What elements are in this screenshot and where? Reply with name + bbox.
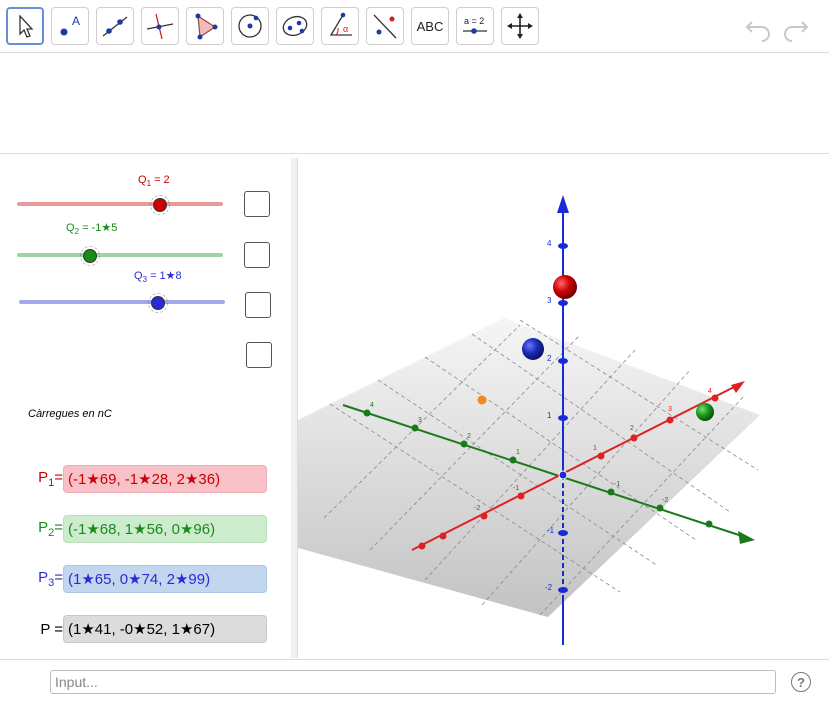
point-p-value[interactable]: (1★41, -0★52, 1★67) — [63, 615, 267, 643]
3d-scene: 4 3 2 1 -1 -2 4 3 2 1 -1 -2 4 3 2 1 -1 -… — [298, 195, 760, 645]
text-tool-button[interactable]: ABC — [411, 7, 449, 45]
svg-text:-1: -1 — [614, 481, 620, 488]
svg-text:3: 3 — [668, 406, 672, 413]
point-p1-label: P1= — [38, 469, 63, 489]
svg-text:2: 2 — [467, 433, 471, 440]
graphics-3d-view[interactable]: 4 3 2 1 -1 -2 4 3 2 1 -1 -2 4 3 2 1 -1 -… — [298, 158, 829, 658]
svg-text:4: 4 — [370, 402, 374, 409]
svg-text:-1: -1 — [513, 485, 519, 492]
slider-q2-handle[interactable] — [80, 246, 100, 266]
svg-text:1: 1 — [516, 449, 520, 456]
svg-text:α: α — [343, 24, 348, 34]
undo-icon[interactable] — [744, 12, 774, 42]
point-p3-label: P3= — [38, 569, 63, 589]
slider-q2-track[interactable] — [17, 253, 223, 257]
arrow-pointer-icon — [19, 14, 34, 38]
svg-text:A: A — [72, 14, 80, 28]
svg-text:-1: -1 — [547, 526, 555, 535]
svg-text:-2: -2 — [474, 505, 480, 512]
svg-text:2: 2 — [630, 425, 634, 432]
slider-tool-button[interactable]: a = 2 — [456, 7, 494, 45]
point-p-row: P = (1★41, -0★52, 1★67) — [30, 615, 267, 643]
panel-divider[interactable] — [291, 158, 298, 658]
circle-tool-button[interactable] — [231, 7, 269, 45]
svg-text:-2: -2 — [662, 497, 668, 504]
svg-text:4: 4 — [547, 239, 552, 248]
z-axis-arrow — [557, 195, 569, 213]
checkbox-4[interactable] — [246, 342, 272, 368]
polygon-tool-button[interactable] — [186, 7, 224, 45]
y-axis-arrow — [738, 531, 755, 544]
reflect-tool-button[interactable] — [366, 7, 404, 45]
slider-q1-track[interactable] — [17, 202, 223, 206]
point-icon: A — [60, 14, 80, 36]
slider-q1-label: Q1 = 2 — [138, 174, 170, 189]
point-p2-row: P2= (-1★68, 1★56, 0★96) — [30, 515, 267, 543]
svg-text:4: 4 — [708, 388, 712, 395]
charges-caption: Càrregues en nC — [28, 408, 112, 420]
line-icon — [102, 16, 128, 37]
triangle-icon — [195, 13, 218, 40]
redo-icon[interactable] — [780, 12, 810, 42]
origin-point — [558, 470, 568, 480]
angle-icon: α — [329, 12, 352, 36]
algebra-panel: Q1 = 2 Q2 = -1★5 Q3 = 1★8 Càrregues en n… — [0, 158, 292, 658]
slider-q3-handle[interactable] — [148, 293, 168, 313]
svg-text:2: 2 — [547, 354, 552, 363]
checkbox-1[interactable] — [244, 191, 270, 217]
charge-p2-sphere[interactable] — [696, 403, 714, 421]
charge-p1-sphere[interactable] — [553, 275, 577, 299]
slider-q2-label: Q2 = -1★5 — [66, 222, 118, 237]
circle-icon — [238, 14, 262, 38]
point-p-label: P = — [40, 620, 63, 638]
checkbox-2[interactable] — [244, 242, 270, 268]
svg-text:-2: -2 — [545, 583, 553, 592]
charge-p3-sphere[interactable] — [522, 338, 544, 360]
reflect-icon — [373, 14, 397, 39]
svg-text:1: 1 — [593, 445, 597, 452]
slider-q3-track[interactable] — [19, 300, 225, 304]
point-p3-row: P3= (1★65, 0★74, 2★99) — [30, 565, 267, 593]
point-p2-value[interactable]: (-1★68, 1★56, 0★96) — [63, 515, 267, 543]
xy-plane — [298, 318, 760, 617]
line-tool-button[interactable] — [96, 7, 134, 45]
slider-q3-label: Q3 = 1★8 — [134, 270, 182, 285]
perpendicular-tool-button[interactable] — [141, 7, 179, 45]
toolbar: A α ABC a = 2 — [0, 0, 829, 53]
empty-panel — [0, 53, 829, 154]
input-field[interactable] — [50, 670, 776, 694]
point-p3-value[interactable]: (1★65, 0★74, 2★99) — [63, 565, 267, 593]
text-icon: ABC — [416, 18, 444, 34]
x-axis-arrow — [731, 381, 745, 393]
svg-text:3: 3 — [547, 296, 552, 305]
slider-q1-handle[interactable] — [150, 195, 170, 215]
point-p2-label: P2= — [38, 519, 63, 539]
svg-text:3: 3 — [418, 417, 422, 424]
point-p1-row: P1= (-1★69, -1★28, 2★36) — [30, 465, 267, 493]
checkbox-3[interactable] — [245, 292, 271, 318]
point-p-marker[interactable] — [477, 395, 487, 405]
point-tool-button[interactable]: A — [51, 7, 89, 45]
move-view-tool-button[interactable] — [501, 7, 539, 45]
help-icon[interactable]: ? — [791, 672, 811, 692]
move-view-icon — [507, 13, 533, 39]
svg-text:a = 2: a = 2 — [464, 16, 484, 26]
angle-tool-button[interactable]: α — [321, 7, 359, 45]
point-p1-value[interactable]: (-1★69, -1★28, 2★36) — [63, 465, 267, 493]
slider-icon: a = 2 — [463, 16, 487, 34]
input-bar: ? — [0, 659, 829, 705]
move-tool-button[interactable] — [6, 7, 44, 45]
perpendicular-line-icon — [146, 13, 174, 40]
ellipse-icon — [282, 15, 308, 37]
conic-tool-button[interactable] — [276, 7, 314, 45]
svg-text:1: 1 — [547, 411, 552, 420]
